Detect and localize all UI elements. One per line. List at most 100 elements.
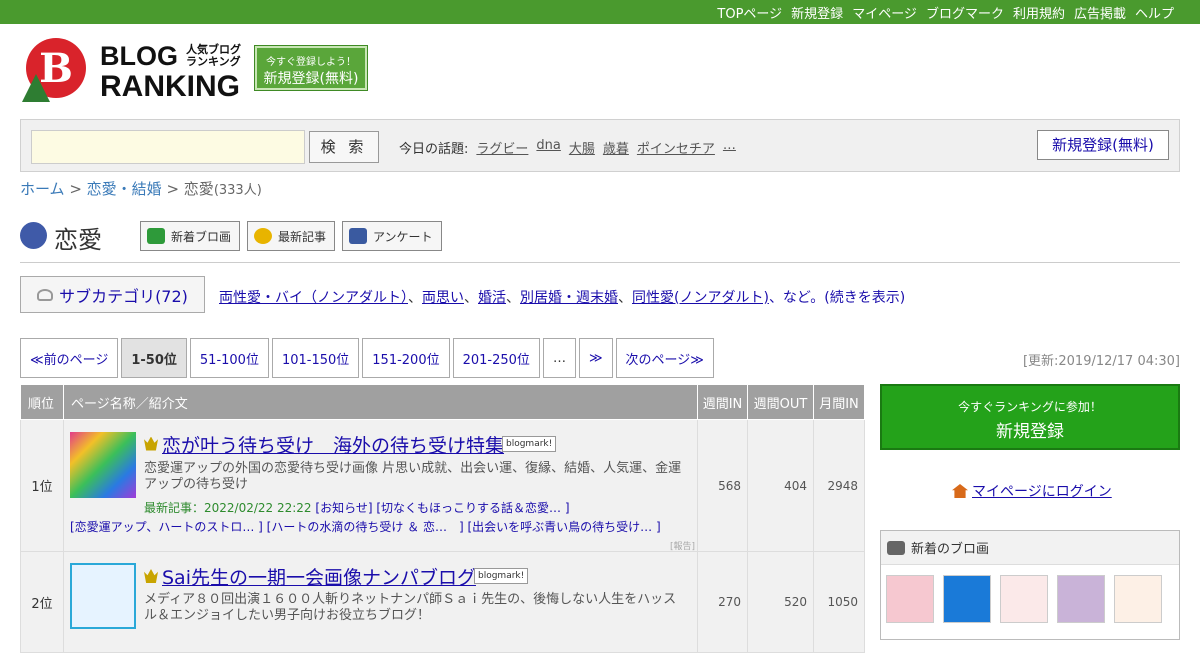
page-button[interactable]: 151-200位 xyxy=(362,338,450,378)
latest-links[interactable]: [お知らせ] [切なくもほっこりする話＆恋愛… ] xyxy=(315,501,569,515)
topics-label: 今日の話題: xyxy=(399,142,469,157)
header-month-in: 月間IN xyxy=(813,384,865,420)
next-page-button[interactable]: 次のページ≫ xyxy=(615,338,714,378)
survey-button[interactable]: アンケート xyxy=(342,221,442,251)
join-small: 今すぐランキングに参加！ xyxy=(958,400,1102,414)
entry-cell: 恋が叶う待ち受け 海外の待ち受け特集 blogmark! 恋愛運アップの外国の恋… xyxy=(63,419,698,552)
survey-label: アンケート xyxy=(373,229,433,244)
rank-cell: 1位 xyxy=(20,419,64,552)
subcategory-link[interactable]: 同性愛(ノンアダルト) xyxy=(632,290,769,306)
new-images-label: 新着ブロ画 xyxy=(171,229,232,244)
crown-icon xyxy=(144,436,158,451)
nav-blogmark[interactable]: ブログマーク xyxy=(926,3,1004,22)
page-button-current[interactable]: 1-50位 xyxy=(121,338,187,378)
new-images-header: 新着のブロ画 xyxy=(881,531,1179,565)
pagination: ≪前のページ 1-50位 51-100位 101-150位 151-200位 2… xyxy=(20,338,714,378)
register-button[interactable]: 新規登録(無料) xyxy=(1037,130,1169,160)
topic-link[interactable]: 歳暮 xyxy=(603,138,629,157)
folder-icon xyxy=(37,288,54,301)
new-images-title: 新着のブロ画 xyxy=(911,542,990,557)
week-in-cell: 568 xyxy=(697,419,748,552)
latest-articles-button[interactable]: 最新記事 xyxy=(247,221,336,251)
topic-link[interactable]: 大腸 xyxy=(569,138,595,157)
updated-timestamp: [更新:2019/12/17 04:30] xyxy=(1022,354,1180,369)
image-thumbnail[interactable] xyxy=(1057,575,1105,623)
next-arrow-button[interactable]: ≫ xyxy=(578,338,613,378)
page-dots[interactable]: … xyxy=(542,338,576,378)
latest-articles-label: 最新記事 xyxy=(278,229,327,244)
logo-sub: 人気ブログランキング xyxy=(186,43,241,68)
image-thumbnail[interactable] xyxy=(943,575,991,623)
breadcrumb-current: 恋愛 xyxy=(183,180,214,198)
table-header: 順位 ページ名称／紹介文 週間IN 週間OUT 月間IN xyxy=(20,384,865,420)
camera-icon xyxy=(887,540,905,555)
nav-register[interactable]: 新規登録 xyxy=(791,3,843,22)
page-button[interactable]: 51-100位 xyxy=(189,338,269,378)
prev-page-button[interactable]: ≪前のページ xyxy=(20,338,119,378)
subcategory-link[interactable]: 婚活 xyxy=(478,290,506,306)
blog-title-link[interactable]: Sai先生の一期一会画像ナンパブログ xyxy=(162,563,476,590)
survey-icon xyxy=(349,228,367,244)
topic-link[interactable]: ポインセチア xyxy=(637,138,715,157)
search-input[interactable] xyxy=(31,130,305,164)
subcategory-label: サブカテゴリ(72) xyxy=(59,286,188,306)
new-badge-icon xyxy=(254,228,272,244)
search-bar: 検 索 今日の話題: ラグビー dna 大腸 歳暮 ポインセチア … 新規登録(… xyxy=(20,119,1180,172)
ranking-table: 順位 ページ名称／紹介文 週間IN 週間OUT 月間IN 1位 恋が叶う待ち受け… xyxy=(20,384,865,653)
search-button[interactable]: 検 索 xyxy=(309,131,379,163)
header-week-out: 週間OUT xyxy=(747,384,814,420)
topic-link[interactable]: ラグビー xyxy=(476,138,528,157)
image-thumbnail[interactable] xyxy=(886,575,934,623)
register-promo-button[interactable]: 今すぐ登録しよう！ 新規登録(無料) xyxy=(254,45,368,91)
breadcrumb-count: (333人) xyxy=(213,183,262,198)
register-promo-big: 新規登録(無料) xyxy=(263,71,359,87)
subcategory-suffix[interactable]: 、など。(続きを表示) xyxy=(769,290,905,306)
rainbow-rose-thumbnail[interactable] xyxy=(70,431,136,498)
week-out-cell: 520 xyxy=(747,551,814,653)
logo-line2: RANKING xyxy=(100,70,240,103)
new-images-panel: 新着のブロ画 xyxy=(880,530,1180,640)
nav-help[interactable]: ヘルプ xyxy=(1135,3,1174,22)
top-nav: TOPページ 新規登録 マイページ ブログマーク 利用規約 広告掲載 ヘルプ xyxy=(0,0,1200,24)
breadcrumb-parent[interactable]: 恋愛・結婚 xyxy=(87,180,162,198)
nav-terms[interactable]: 利用規約 xyxy=(1013,3,1065,22)
register-promo-small: 今すぐ登録しよう！ xyxy=(266,57,356,68)
breadcrumb: ホーム > 恋愛・結婚 > 恋愛(333人) xyxy=(20,180,262,198)
table-row: 1位 恋が叶う待ち受け 海外の待ち受け特集 blogmark! 恋愛運アップの外… xyxy=(20,419,865,552)
new-images-button[interactable]: 新着ブロ画 xyxy=(140,221,241,251)
header-rank: 順位 xyxy=(20,384,64,420)
nav-ads[interactable]: 広告掲載 xyxy=(1074,3,1126,22)
subcategory-link[interactable]: 別居婚・週末婚 xyxy=(520,290,618,306)
header-week-in: 週間IN xyxy=(697,384,748,420)
image-thumbnail[interactable] xyxy=(1114,575,1162,623)
week-out-cell: 404 xyxy=(747,419,814,552)
week-in-cell: 270 xyxy=(697,551,748,653)
header: B BLOG 人気ブログランキング RANKING 今すぐ登録しよう！ 新規登録… xyxy=(0,24,1200,119)
mypage-login-link[interactable]: マイページにログイン xyxy=(952,481,1112,501)
page-button[interactable]: 101-150位 xyxy=(271,338,360,378)
christmas-tree-icon xyxy=(22,74,50,102)
subcategory-link[interactable]: 両性愛・バイ（ノンアダルト） xyxy=(219,290,408,306)
heart-category-icon xyxy=(20,222,47,249)
login-label: マイページにログイン xyxy=(972,484,1112,500)
join-big: 新規登録 xyxy=(996,422,1064,442)
blog-ranking-logo[interactable]: B BLOG 人気ブログランキング RANKING xyxy=(22,36,242,111)
topic-link[interactable]: dna xyxy=(536,138,560,157)
join-ranking-button[interactable]: 今すぐランキングに参加！ 新規登録 xyxy=(880,384,1180,450)
blogmark-badge[interactable]: blogmark! xyxy=(474,568,529,584)
breadcrumb-home[interactable]: ホーム xyxy=(20,180,65,198)
page-button[interactable]: 201-250位 xyxy=(452,338,540,378)
sai-thumbnail[interactable] xyxy=(70,563,136,629)
blog-title-link[interactable]: 恋が叶う待ち受け 海外の待ち受け特集 xyxy=(162,431,504,458)
more-article-links[interactable]: [恋愛運アップ、ハートのストロ… ] [ハートの水滴の待ち受け ＆ 恋… ] [… xyxy=(70,518,661,535)
image-thumbnail[interactable] xyxy=(1000,575,1048,623)
report-link[interactable]: [報告] xyxy=(670,539,695,552)
blog-description: 恋愛運アップの外国の恋愛待ち受け画像 片思い成就、出会い運、復縁、結婚、人気運、… xyxy=(144,460,682,492)
topic-more[interactable]: … xyxy=(723,138,736,157)
subcategory-link[interactable]: 両思い xyxy=(422,290,464,306)
blogmark-badge[interactable]: blogmark! xyxy=(502,435,557,452)
nav-top[interactable]: TOPページ xyxy=(717,3,782,22)
subcategory-button[interactable]: サブカテゴリ(72) xyxy=(20,276,205,313)
table-row: 2位 Sai先生の一期一会画像ナンパブログ blogmark! メディア８０回出… xyxy=(20,551,865,653)
nav-mypage[interactable]: マイページ xyxy=(852,3,917,22)
